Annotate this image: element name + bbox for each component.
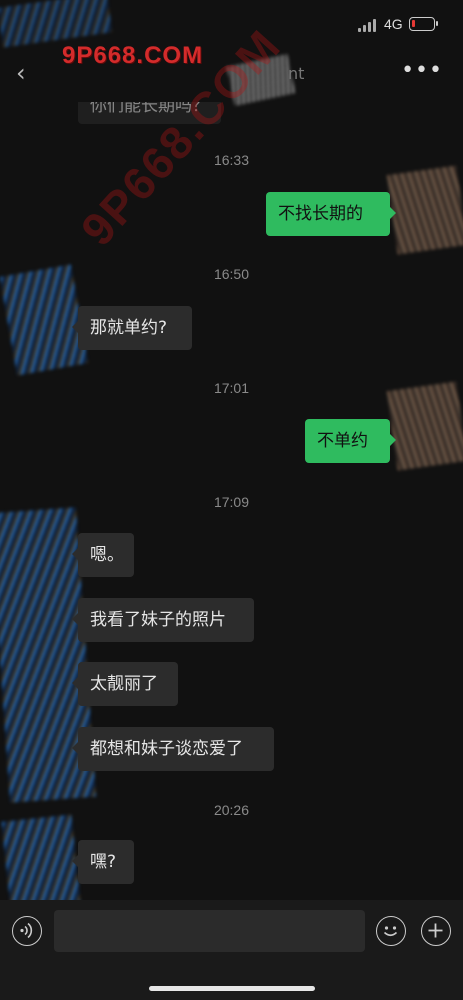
redacted-self-avatar-1 xyxy=(386,165,463,255)
contact-name-fragment: nt xyxy=(288,64,305,83)
home-indicator xyxy=(149,986,315,991)
timestamp: 20:26 xyxy=(213,802,250,818)
message-bubble-incoming[interactable]: 嘿? xyxy=(72,840,134,884)
message-bubble-incoming[interactable]: 那就单约? xyxy=(72,306,192,350)
more-actions-button[interactable] xyxy=(421,916,451,946)
voice-button[interactable] xyxy=(12,916,42,946)
message-bubble-incoming[interactable]: 太靓丽了 xyxy=(72,662,178,706)
voice-icon xyxy=(20,922,33,939)
plus-icon xyxy=(428,923,443,938)
input-toolbar xyxy=(0,900,463,1000)
signal-icon xyxy=(358,18,378,32)
emoji-button[interactable] xyxy=(376,916,406,946)
message-bubble-incoming[interactable]: 都想和妹子谈恋爱了 xyxy=(72,727,274,771)
message-bubble-incoming[interactable]: 我看了妹子的照片 xyxy=(72,598,254,642)
redacted-avatar-3 xyxy=(1,814,81,910)
message-bubble-outgoing[interactable]: 不单约 xyxy=(305,419,396,463)
emoji-icon xyxy=(383,926,398,937)
timestamp: 16:50 xyxy=(213,266,250,282)
message-bubble-outgoing[interactable]: 不找长期的 xyxy=(266,192,396,236)
network-type: 4G xyxy=(384,16,403,32)
message-input[interactable] xyxy=(54,910,365,952)
watermark-top: 9P668.COM xyxy=(62,42,204,69)
timestamp: 17:01 xyxy=(213,380,250,396)
battery-icon xyxy=(409,17,438,31)
timestamp: 17:09 xyxy=(213,494,250,510)
back-button[interactable]: ‹ xyxy=(16,61,38,85)
timestamp: 16:33 xyxy=(213,152,250,168)
more-options-icon[interactable]: ••• xyxy=(401,60,443,82)
message-bubble-incoming[interactable]: 嗯。 xyxy=(72,533,134,577)
